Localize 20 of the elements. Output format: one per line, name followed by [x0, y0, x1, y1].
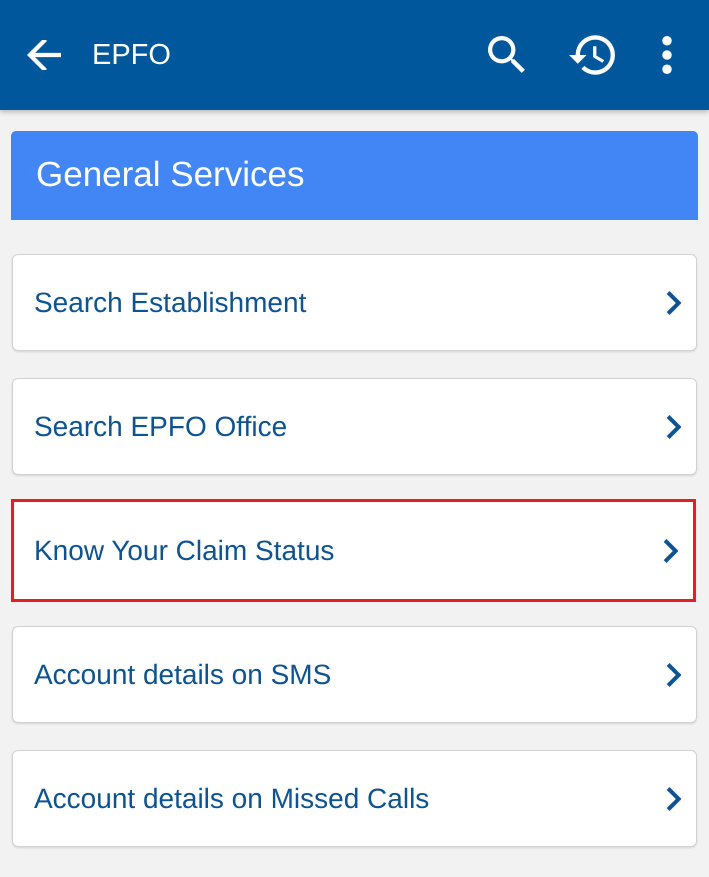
menu-item[interactable]: Know Your Claim Status [11, 499, 696, 602]
menu-item[interactable]: Account details on Missed Calls [12, 750, 697, 847]
history-clock-icon [569, 35, 615, 75]
more-vertical-icon [661, 36, 673, 74]
back-button[interactable] [27, 40, 61, 70]
menu-item[interactable]: Search Establishment [12, 254, 697, 351]
menu-item[interactable]: Search EPFO Office [12, 378, 697, 475]
chevron-right-icon [666, 662, 681, 686]
more-options-button[interactable] [661, 36, 673, 74]
search-button[interactable] [488, 36, 527, 74]
chevron-right-icon [666, 414, 681, 438]
menu-item[interactable]: Account details on SMS [12, 626, 697, 723]
section-header: General Services [11, 131, 698, 220]
back-arrow-icon [27, 40, 61, 70]
chevron-right-icon [666, 786, 681, 810]
chevron-right-icon [666, 290, 681, 314]
app-title: EPFO [92, 40, 171, 70]
history-button[interactable] [569, 35, 615, 75]
chevron-right-icon [663, 538, 678, 562]
search-icon [488, 36, 527, 74]
